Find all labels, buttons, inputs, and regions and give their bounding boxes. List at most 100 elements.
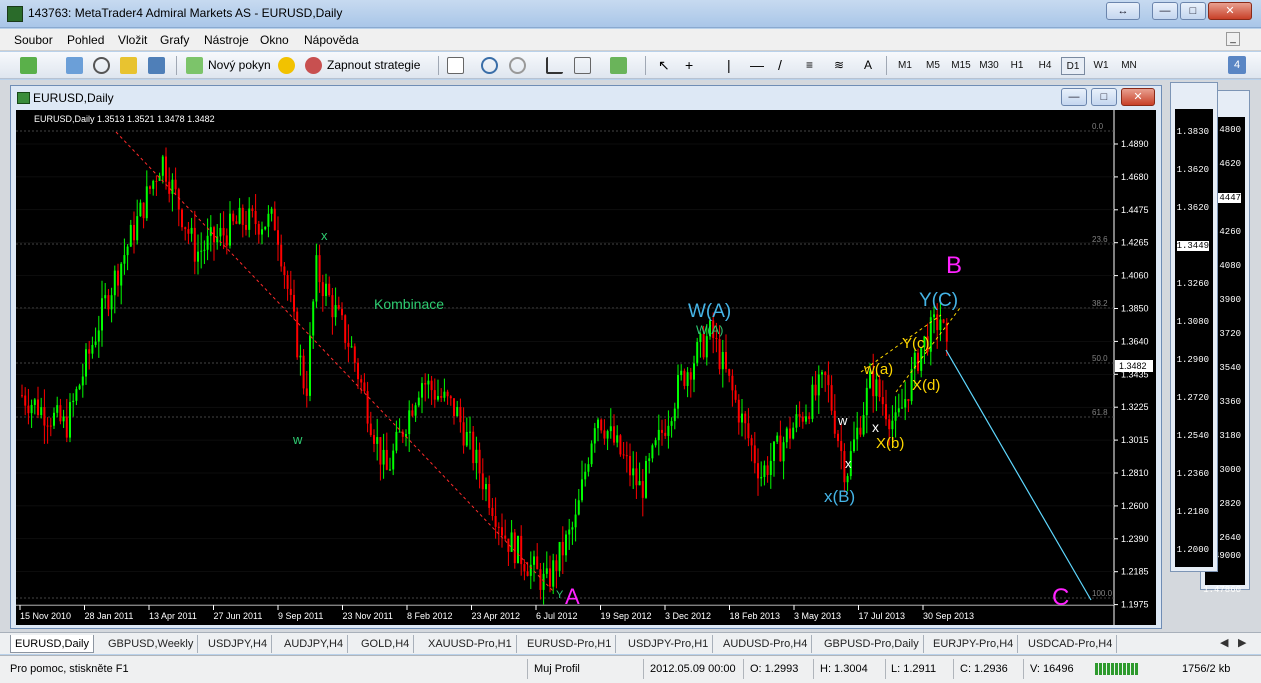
tabs-scroll-right-icon[interactable]: ▶ (1238, 636, 1246, 649)
chart-window-title: EURUSD,Daily (33, 91, 114, 105)
horizontal-line-icon[interactable]: — (750, 55, 764, 76)
minimize-button[interactable]: — (1152, 2, 1178, 20)
timeframe-d1[interactable]: D1 (1061, 57, 1085, 75)
connection-status-icon[interactable] (1095, 663, 1139, 675)
candle-body (865, 387, 868, 416)
zoom-out-icon[interactable] (509, 57, 526, 74)
bar-chart-icon[interactable] (447, 57, 464, 74)
candle-body (677, 375, 679, 409)
chart-maximize-button[interactable]: □ (1091, 88, 1117, 106)
menu-vlozit[interactable]: Vložit (118, 33, 147, 47)
tab-eurjpy-pro-h4[interactable]: EURJPY-Pro,H4 (929, 635, 1019, 653)
crosshair-move-icon[interactable] (93, 57, 110, 74)
candle-body (750, 438, 753, 446)
time-tick-label: 28 Jan 2011 (85, 611, 134, 621)
trendline-red-dashed[interactable] (115, 131, 555, 593)
tab-eurusd-pro-h1[interactable]: EURUSD-Pro,H1 (523, 635, 617, 653)
channel-icon[interactable]: ≡ (806, 55, 813, 76)
navigator-star-icon[interactable] (120, 57, 137, 74)
window-count-badge[interactable]: 4 (1228, 56, 1246, 74)
auto-scroll-icon[interactable] (546, 57, 563, 74)
menu-pohled[interactable]: Pohled (67, 33, 104, 47)
restore-wide-button[interactable]: ↔ (1106, 2, 1140, 20)
symbol-info: EURUSD,Daily 1.3513 1.3521 1.3478 1.3482 (34, 114, 215, 124)
fib-level-label: 38.2 (1092, 299, 1108, 308)
menu-napoveda[interactable]: Nápověda (304, 33, 359, 47)
tab-usdcad-pro-h4[interactable]: USDCAD-Pro,H4 (1024, 635, 1118, 653)
candle-body (939, 319, 942, 331)
timeframe-m1[interactable]: M1 (893, 57, 917, 75)
maximize-button[interactable]: □ (1180, 2, 1206, 20)
candle-body (350, 346, 353, 348)
chart-minimize-button[interactable]: — (1061, 88, 1087, 106)
close-button[interactable]: ✕ (1208, 2, 1252, 20)
market-watch-icon[interactable] (66, 57, 83, 74)
cursor-icon[interactable]: ↖ (658, 55, 670, 76)
candle-body (491, 507, 494, 517)
candle-body (113, 270, 116, 296)
crosshair-icon[interactable]: + (685, 55, 693, 76)
timeframe-m5[interactable]: M5 (921, 57, 945, 75)
wave-label-a: A (565, 584, 580, 609)
tab-xauusd-pro-h1[interactable]: XAUUSD-Pro,H1 (424, 635, 517, 653)
fibo-icon[interactable]: ≋ (834, 55, 844, 76)
vertical-line-icon[interactable]: | (727, 55, 731, 76)
start-strategy-button[interactable]: Zapnout strategie (327, 55, 420, 76)
candle-body (763, 465, 766, 477)
tab-usdjpy-h4[interactable]: USDJPY,H4 (204, 635, 273, 653)
wave-label-xb-yellow: X(b) (876, 435, 904, 452)
chart-window-eurusd-daily[interactable]: EURUSD,Daily — □ ✕ EURUSD,Daily 1.3513 1… (10, 85, 1162, 629)
tab-gbpusd-weekly[interactable]: GBPUSD,Weekly (104, 635, 199, 653)
menu-grafy[interactable]: Grafy (160, 33, 189, 47)
menu-soubor[interactable]: Soubor (14, 33, 53, 47)
new-chart-icon[interactable] (20, 57, 37, 74)
indicators-icon[interactable] (610, 57, 627, 74)
status-open: O: 1.2993 (750, 663, 799, 675)
trendline-icon[interactable]: / (778, 55, 782, 76)
new-order-icon (186, 57, 203, 74)
new-order-button[interactable]: Nový pokyn (208, 55, 271, 76)
timeframe-w1[interactable]: W1 (1089, 57, 1113, 75)
candle-body (302, 355, 305, 389)
timeframe-h4[interactable]: H4 (1033, 57, 1057, 75)
candle-body (213, 227, 215, 243)
wave-label-wa-big: W(A) (688, 301, 731, 322)
mdi-minimize-icon[interactable]: _ (1226, 32, 1240, 46)
wave-label-yc-small: Y(c) (902, 335, 930, 352)
menu-okno[interactable]: Okno (260, 33, 289, 47)
candle-body (43, 407, 46, 426)
candle-body (152, 180, 155, 189)
text-tool[interactable]: A (864, 55, 872, 76)
chart-plot-area[interactable]: EURUSD,Daily 1.3513 1.3521 1.3478 1.3482… (16, 110, 1156, 625)
axis-label: 1.2360 (1176, 469, 1209, 479)
fibonacci-retracement[interactable]: 0.023.638.250.061.8100.0 (16, 122, 1114, 599)
menu-nastroje[interactable]: Nástroje (204, 33, 249, 47)
candle-body (440, 396, 443, 398)
tab-audusd-pro-h4[interactable]: AUDUSD-Pro,H4 (719, 635, 813, 653)
status-volume: V: 16496 (1030, 663, 1074, 675)
wave-label-b: B (946, 252, 962, 279)
timeframe-m15[interactable]: M15 (949, 57, 973, 75)
timeframe-mn[interactable]: MN (1117, 57, 1141, 75)
terminal-icon[interactable] (148, 57, 165, 74)
candle-body (251, 208, 254, 211)
tabs-scroll-left-icon[interactable]: ◀ (1220, 636, 1228, 649)
background-chart-window-1[interactable]: 1.3830 1.3620 1.3620 1.3449 1.3260 1.308… (1170, 82, 1218, 572)
chart-close-button[interactable]: ✕ (1121, 88, 1155, 106)
tab-eurusd-daily[interactable]: EURUSD,Daily (10, 635, 94, 653)
tab-gbpusd-pro-daily[interactable]: GBPUSD-Pro,Daily (820, 635, 924, 653)
candle-body (661, 429, 663, 433)
timeframe-h1[interactable]: H1 (1005, 57, 1029, 75)
tab-audjpy-h4[interactable]: AUDJPY,H4 (280, 635, 349, 653)
candle-body (379, 437, 382, 465)
zoom-in-icon[interactable] (481, 57, 498, 74)
status-separator (953, 659, 954, 679)
tab-gold-h4[interactable]: GOLD,H4 (357, 635, 415, 653)
status-profile[interactable]: Muj Profil (534, 661, 580, 677)
chart-shift-icon[interactable] (574, 57, 591, 74)
tab-usdjpy-pro-h1[interactable]: USDJPY-Pro,H1 (624, 635, 714, 653)
projection-line[interactable] (945, 349, 1092, 601)
candle-body (37, 399, 39, 416)
candle-body (360, 379, 363, 383)
timeframe-m30[interactable]: M30 (977, 57, 1001, 75)
